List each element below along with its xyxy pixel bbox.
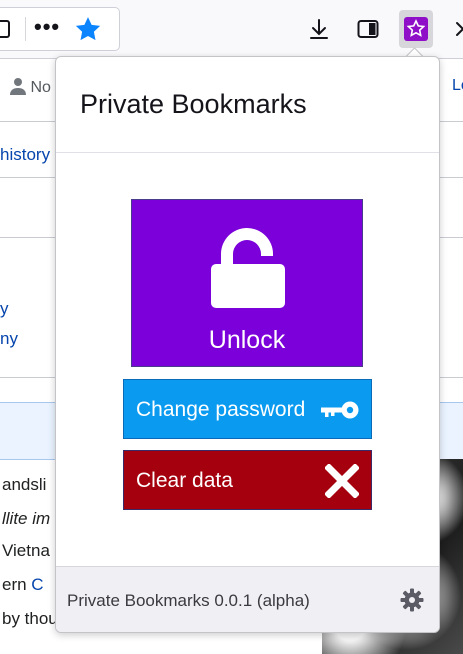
clear-data-label: Clear data bbox=[136, 469, 233, 492]
page-link[interactable]: ny bbox=[0, 329, 18, 349]
close-icon bbox=[456, 22, 463, 36]
settings-gear-icon[interactable] bbox=[400, 588, 424, 612]
page-link[interactable]: y bbox=[0, 299, 9, 319]
private-bookmarks-popup: Private Bookmarks Unlock Change password… bbox=[55, 56, 440, 633]
sidebar-button[interactable] bbox=[351, 10, 385, 48]
article-text-line: Vietna bbox=[2, 541, 50, 560]
clear-data-button[interactable]: Clear data bbox=[123, 450, 372, 510]
article-text-line: by thou bbox=[2, 609, 58, 628]
reader-view-icon[interactable] bbox=[0, 20, 10, 38]
login-link[interactable]: Lo bbox=[452, 77, 463, 95]
private-bookmarks-extension-button[interactable] bbox=[399, 10, 433, 48]
user-menu[interactable]: No bbox=[10, 77, 51, 97]
user-label: No bbox=[30, 79, 51, 96]
close-window-button[interactable] bbox=[446, 10, 463, 48]
popup-footer: Private Bookmarks 0.0.1 (alpha) bbox=[56, 566, 439, 632]
tab-view-history[interactable]: history bbox=[0, 145, 50, 165]
bookmark-star-icon[interactable] bbox=[73, 14, 103, 44]
version-text: Private Bookmarks 0.0.1 (alpha) bbox=[67, 591, 310, 610]
download-icon bbox=[310, 19, 328, 39]
change-password-button[interactable]: Change password bbox=[123, 379, 372, 439]
change-password-label: Change password bbox=[136, 398, 306, 421]
url-bar[interactable]: ••• bbox=[0, 7, 120, 51]
popup-divider bbox=[56, 152, 439, 153]
unlock-label: Unlock bbox=[208, 326, 286, 354]
article-link[interactable]: C bbox=[31, 575, 43, 594]
article-text-line: ern C bbox=[2, 575, 44, 594]
key-icon bbox=[321, 401, 359, 419]
article-text-line: andsli bbox=[2, 475, 47, 494]
page-actions-more-icon[interactable]: ••• bbox=[34, 14, 60, 40]
download-button[interactable] bbox=[302, 10, 336, 48]
unlock-button[interactable]: Unlock bbox=[131, 199, 363, 367]
private-bookmarks-extension-icon bbox=[404, 17, 428, 41]
clear-x-icon bbox=[325, 464, 359, 498]
url-bar-separator bbox=[25, 17, 26, 41]
article-text-line: llite im bbox=[2, 509, 51, 528]
unlocked-padlock-icon bbox=[211, 228, 285, 308]
sidebar-icon bbox=[357, 20, 379, 38]
user-icon bbox=[10, 78, 26, 95]
browser-toolbar: ••• bbox=[0, 0, 463, 59]
popup-title: Private Bookmarks bbox=[80, 89, 307, 119]
